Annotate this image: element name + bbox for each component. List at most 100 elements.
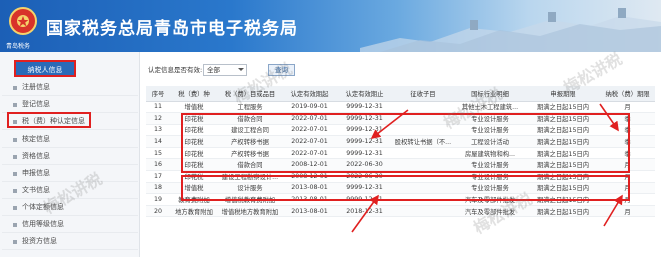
tax-emblem-icon — [9, 7, 37, 35]
table-cell — [392, 147, 454, 160]
table-row: 12 印花税 借款合同 2022-07-01 9999-12-31 专业设计服务 期满之日起… — [146, 112, 655, 125]
table-cell: 印花税 — [170, 158, 218, 172]
table-cell: 印花税 — [170, 124, 218, 137]
table-cell: 月 — [600, 101, 655, 114]
table-cell: 季 — [600, 135, 655, 148]
sidebar-item-label: 注册信息 — [22, 83, 50, 91]
bullet-icon — [13, 172, 17, 176]
chevron-down-icon — [238, 68, 244, 71]
table-cell: 印花税 — [170, 112, 218, 125]
column-header: 认定有效期起 — [282, 86, 337, 102]
table-cell: 2013-08-01 — [282, 182, 337, 195]
table-cell: 期满之日起15日内 — [526, 193, 600, 206]
table-cell: 建设工程合同 — [218, 124, 282, 137]
table-cell: 专业设计服务 — [454, 124, 526, 137]
table-cell — [392, 182, 454, 195]
table-cell: 9999-12-31 — [337, 182, 392, 195]
table-cell: 建设工程勘察设计... — [218, 170, 282, 183]
table-cell: 2008-12-01 — [282, 158, 337, 172]
table-cell: 月 — [600, 205, 655, 218]
table-row: 14 印花税 产权转移书据 2022-07-01 9999-12-31 股权转让书据（不.… — [146, 135, 655, 148]
table-cell: 增值税教育费附加 — [218, 193, 282, 206]
sidebar-header-taxpayer-info[interactable]: 纳税人信息 — [14, 60, 76, 77]
bullet-icon — [13, 138, 17, 142]
table-cell: 工程设计活动 — [454, 135, 526, 148]
validity-select-value: 全部 — [207, 66, 220, 74]
table-row: 17 印花税 建设工程勘察设计... 2008-12-01 2022-06-30 专业设计… — [146, 170, 655, 183]
table-cell: 季 — [600, 147, 655, 160]
bullet-icon — [13, 206, 17, 210]
table-row: 15 印花税 产权转移书据 2022-07-01 9999-12-31 房屋建筑物和构..… — [146, 147, 655, 160]
table-cell — [392, 193, 454, 206]
table-cell: 地方教育附加 — [170, 205, 218, 218]
table-cell: 9999-12-31 — [337, 135, 392, 148]
table-cell: 增值税 — [170, 101, 218, 114]
bullet-icon — [13, 240, 17, 244]
sidebar-item-label: 登记信息 — [22, 100, 50, 108]
table-row: 20 地方教育附加 增值税地方教育附加 2013-08-01 2018-12-31 汽车及… — [146, 205, 655, 218]
table-cell: 9999-12-31 — [337, 124, 392, 137]
table-cell: 月 — [600, 182, 655, 195]
table-row: 11 增值税 工程服务 2019-09-01 9999-12-31 其他土木工程建筑...… — [146, 101, 655, 114]
table-cell — [392, 124, 454, 137]
sidebar-item[interactable]: 注册信息 — [2, 79, 138, 96]
table-cell: 期满之日起15日内 — [526, 135, 600, 148]
table-cell: 9999-12-31 — [337, 147, 392, 160]
table-cell: 期满之日起15日内 — [526, 101, 600, 114]
table-cell: 期满之日起15日内 — [526, 112, 600, 125]
table-cell: 印花税 — [170, 170, 218, 183]
table-cell: 季 — [600, 112, 655, 125]
bullet-icon — [13, 103, 17, 107]
table-cell: 印花税 — [170, 147, 218, 160]
bullet-icon — [13, 189, 17, 193]
sidebar-item-label: 信用等级信息 — [22, 220, 64, 228]
table-cell: 2022-07-01 — [282, 112, 337, 125]
table-cell: 专业设计服务 — [454, 170, 526, 183]
filter-label: 认定信息是否有效: — [148, 66, 203, 74]
table-cell: 设计服务 — [218, 182, 282, 195]
table-cell — [392, 205, 454, 218]
sidebar-item[interactable]: 税（费）种认定信息 — [2, 113, 138, 130]
table-cell: 12 — [146, 112, 170, 125]
table-cell: 2013-08-01 — [282, 205, 337, 218]
sidebar-item[interactable]: 信用等级信息 — [2, 216, 138, 233]
table-cell: 14 — [146, 135, 170, 148]
table-cell: 月 — [600, 170, 655, 183]
table-cell: 2022-07-01 — [282, 147, 337, 160]
table-cell: 印花税 — [170, 135, 218, 148]
table-cell: 2019-09-01 — [282, 101, 337, 114]
table-cell: 期满之日起15日内 — [526, 182, 600, 195]
sidebar-item[interactable]: 核定信息 — [2, 131, 138, 148]
sidebar-item[interactable]: 投资方信息 — [2, 233, 138, 250]
table-cell: 产权转移书据 — [218, 135, 282, 148]
sidebar-item[interactable]: 登记信息 — [2, 96, 138, 113]
table-cell: 15 — [146, 147, 170, 160]
table-cell: 期满之日起15日内 — [526, 124, 600, 137]
table-cell: 11 — [146, 101, 170, 114]
sidebar-item-label: 税（费）种认定信息 — [22, 117, 85, 125]
column-header: 征收子目 — [392, 86, 454, 102]
table-cell: 月 — [600, 158, 655, 172]
table-cell: 期满之日起15日内 — [526, 158, 600, 172]
table-row: 16 印花税 借款合同 2008-12-01 2022-06-30 专业设计服务 期满之日起… — [146, 158, 655, 172]
column-header: 申报期限 — [526, 86, 600, 102]
table-cell: 9999-12-31 — [337, 193, 392, 206]
bullet-icon — [13, 120, 17, 124]
table-cell: 增值税 — [170, 182, 218, 195]
table-cell: 2013-08-01 — [282, 193, 337, 206]
table-cell: 2008-12-01 — [282, 170, 337, 183]
validity-select[interactable]: 全部 — [203, 64, 247, 76]
table-cell: 借款合同 — [218, 158, 282, 172]
table-cell: 13 — [146, 124, 170, 137]
table-cell: 期满之日起15日内 — [526, 205, 600, 218]
sidebar-item[interactable]: 资格信息 — [2, 148, 138, 165]
column-header: 纳税（费）期限 — [600, 86, 655, 102]
table-cell: 2022-06-30 — [337, 170, 392, 183]
column-header: 认定有效期止 — [337, 86, 392, 102]
table-cell: 增值税地方教育附加 — [218, 205, 282, 218]
column-header: 税（费）种 — [170, 86, 218, 102]
table-cell: 房屋建筑物和构... — [454, 147, 526, 160]
table-cell: 期满之日起15日内 — [526, 170, 600, 183]
table-cell: 2022-07-01 — [282, 135, 337, 148]
table-cell: 18 — [146, 182, 170, 195]
